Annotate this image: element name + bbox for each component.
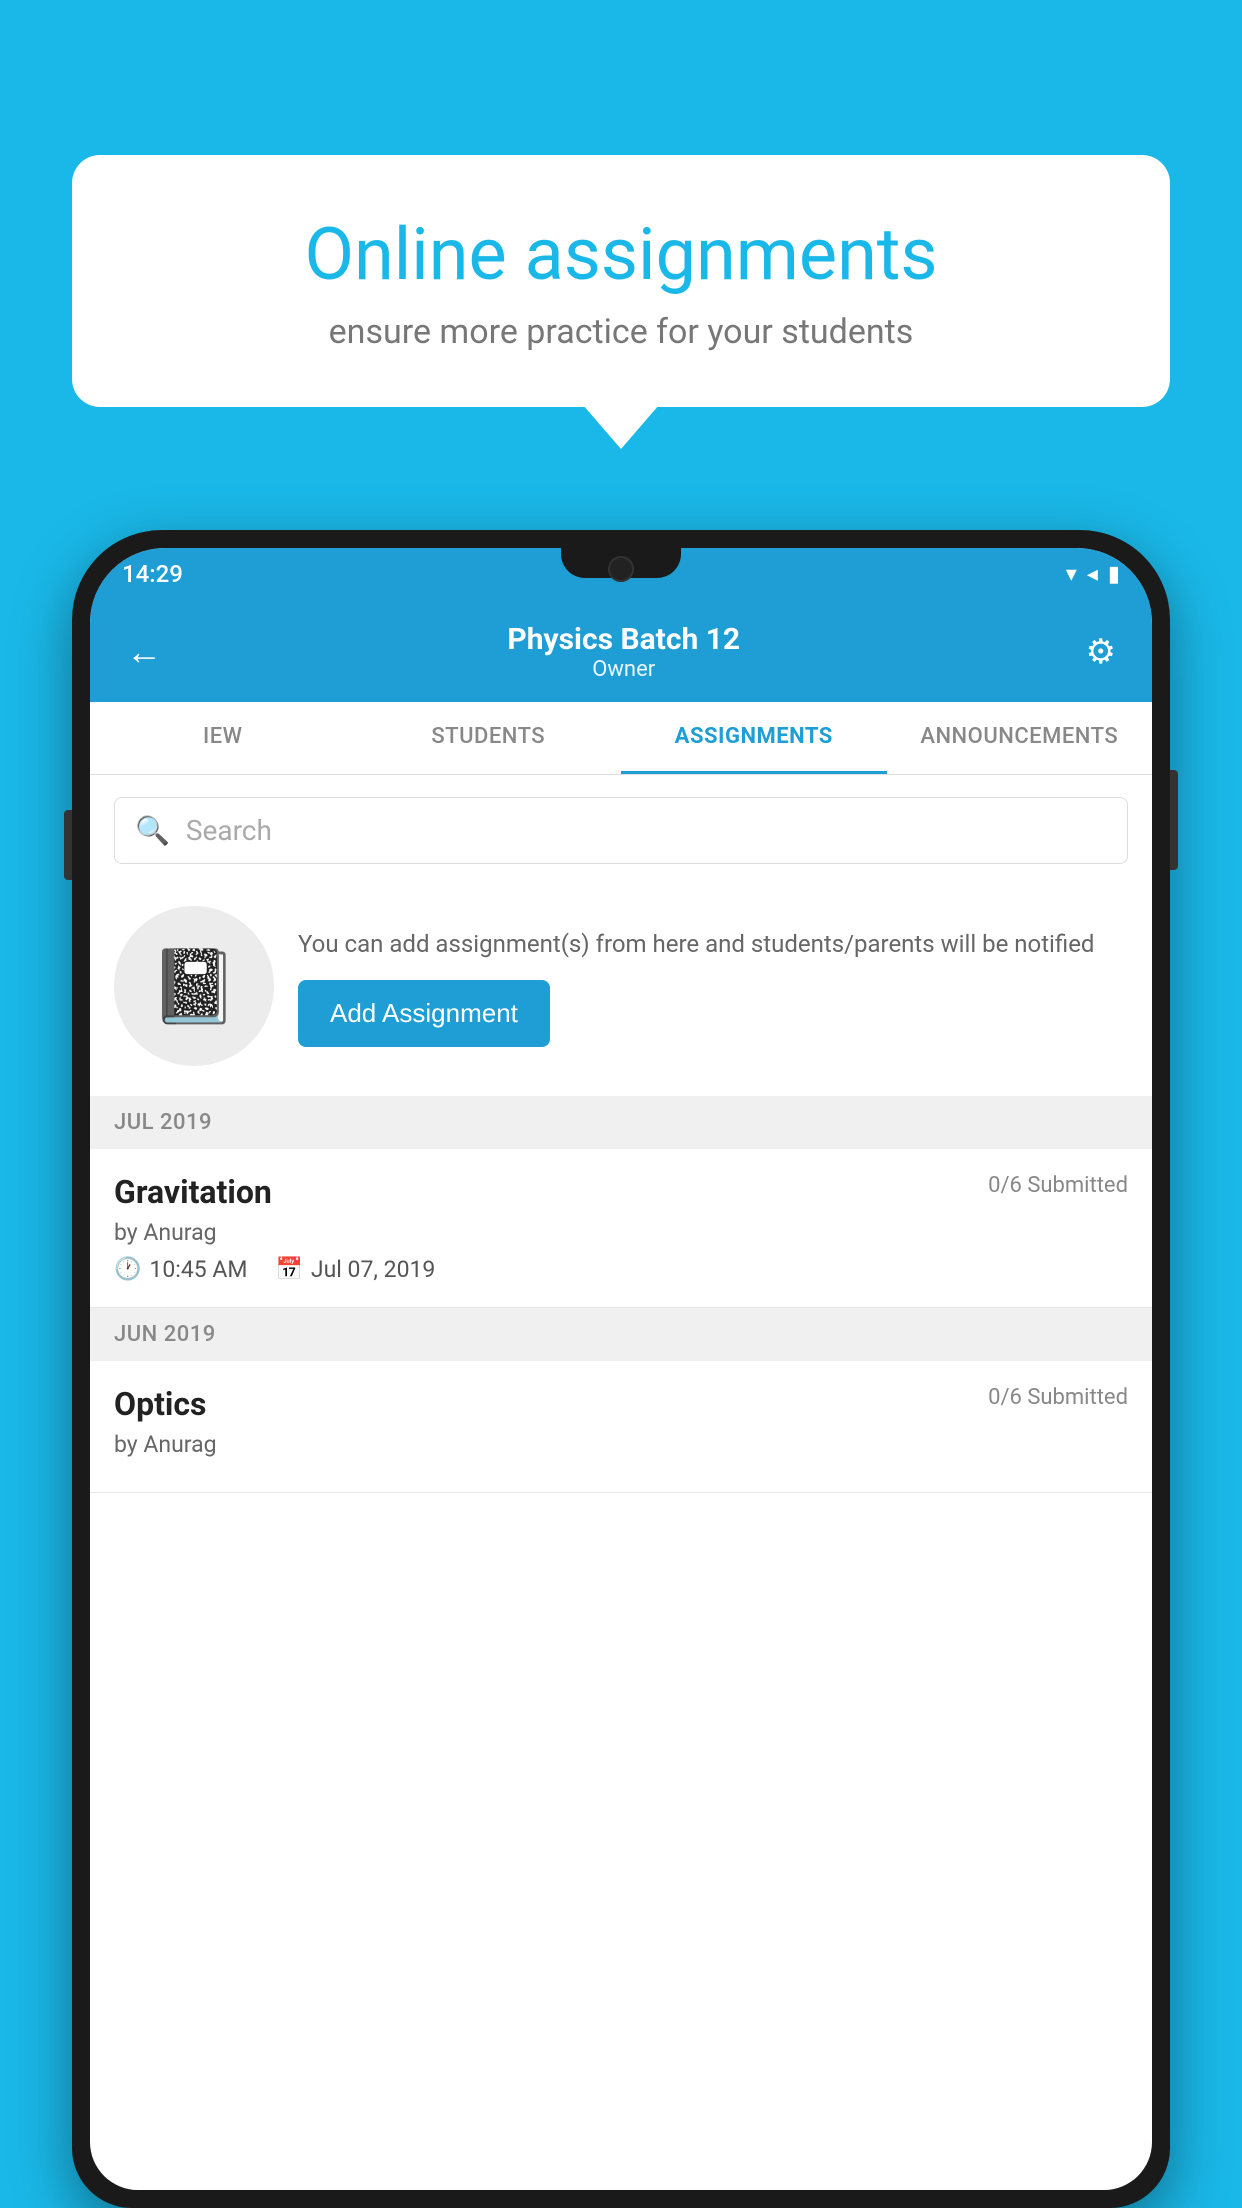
status-icons: ▾ ◂ ▮ (1066, 562, 1120, 587)
signal-icon: ◂ (1087, 562, 1098, 587)
search-bar[interactable]: 🔍 Search (114, 797, 1128, 864)
assignment-notebook-icon-circle: 📓 (114, 906, 274, 1066)
search-icon: 🔍 (135, 814, 170, 847)
header-subtitle: Owner (507, 657, 740, 682)
phone-camera (608, 556, 634, 582)
assignment-name-gravitation: Gravitation (114, 1173, 272, 1211)
assignment-name-optics: Optics (114, 1385, 206, 1423)
back-button[interactable]: ← (126, 631, 162, 673)
speech-bubble-container: Online assignments ensure more practice … (72, 155, 1170, 407)
wifi-icon: ▾ (1066, 562, 1077, 587)
settings-icon: ⚙ (1086, 632, 1116, 672)
assignment-meta-gravitation: 🕐 10:45 AM 📅 Jul 07, 2019 (114, 1256, 1128, 1283)
header-center: Physics Batch 12 Owner (507, 622, 740, 682)
tab-students[interactable]: STUDENTS (356, 702, 622, 774)
assignment-top-optics: Optics 0/6 Submitted (114, 1385, 1128, 1423)
section-header-jun2019: JUN 2019 (90, 1308, 1152, 1361)
phone-frame: 14:29 ▾ ◂ ▮ ← Physics Batch 12 Owner ⚙ I… (72, 530, 1170, 2208)
tab-iew[interactable]: IEW (90, 702, 356, 774)
speech-bubble: Online assignments ensure more practice … (72, 155, 1170, 407)
back-arrow-icon: ← (126, 631, 162, 673)
add-assignment-button[interactable]: Add Assignment (298, 980, 550, 1047)
settings-button[interactable]: ⚙ (1086, 632, 1116, 672)
bubble-title: Online assignments (132, 215, 1110, 294)
status-time: 14:29 (122, 560, 183, 588)
bubble-subtitle: ensure more practice for your students (132, 312, 1110, 352)
assignment-time-gravitation: 10:45 AM (149, 1256, 247, 1283)
assignment-author-optics: by Anurag (114, 1431, 1128, 1458)
phone-side-button-left (64, 810, 72, 880)
section-header-jul2019: JUL 2019 (90, 1096, 1152, 1149)
header-title: Physics Batch 12 (507, 622, 740, 657)
assignment-item-optics[interactable]: Optics 0/6 Submitted by Anurag (90, 1361, 1152, 1493)
assignment-author-gravitation: by Anurag (114, 1219, 1128, 1246)
calendar-icon: 📅 (275, 1257, 302, 1282)
meta-time-gravitation: 🕐 10:45 AM (114, 1256, 247, 1283)
phone-inner: 14:29 ▾ ◂ ▮ ← Physics Batch 12 Owner ⚙ I… (90, 548, 1152, 2190)
app-header: ← Physics Batch 12 Owner ⚙ (90, 600, 1152, 702)
notebook-icon: 📓 (149, 944, 239, 1029)
assignment-submitted-optics: 0/6 Submitted (988, 1385, 1128, 1410)
phone-side-button-right (1170, 770, 1178, 870)
assignment-top-gravitation: Gravitation 0/6 Submitted (114, 1173, 1128, 1211)
search-placeholder: Search (186, 814, 272, 847)
tabs-container: IEW STUDENTS ASSIGNMENTS ANNOUNCEMENTS (90, 702, 1152, 775)
assignment-promo: 📓 You can add assignment(s) from here an… (90, 886, 1152, 1096)
tab-assignments[interactable]: ASSIGNMENTS (621, 702, 887, 774)
battery-icon: ▮ (1108, 562, 1120, 587)
assignment-submitted-gravitation: 0/6 Submitted (988, 1173, 1128, 1198)
tab-announcements[interactable]: ANNOUNCEMENTS (887, 702, 1153, 774)
promo-description: You can add assignment(s) from here and … (298, 926, 1128, 962)
clock-icon: 🕐 (114, 1257, 141, 1282)
assignment-date-gravitation: Jul 07, 2019 (311, 1256, 435, 1283)
meta-date-gravitation: 📅 Jul 07, 2019 (275, 1256, 435, 1283)
assignment-item-gravitation[interactable]: Gravitation 0/6 Submitted by Anurag 🕐 10… (90, 1149, 1152, 1308)
promo-text-area: You can add assignment(s) from here and … (298, 926, 1128, 1047)
